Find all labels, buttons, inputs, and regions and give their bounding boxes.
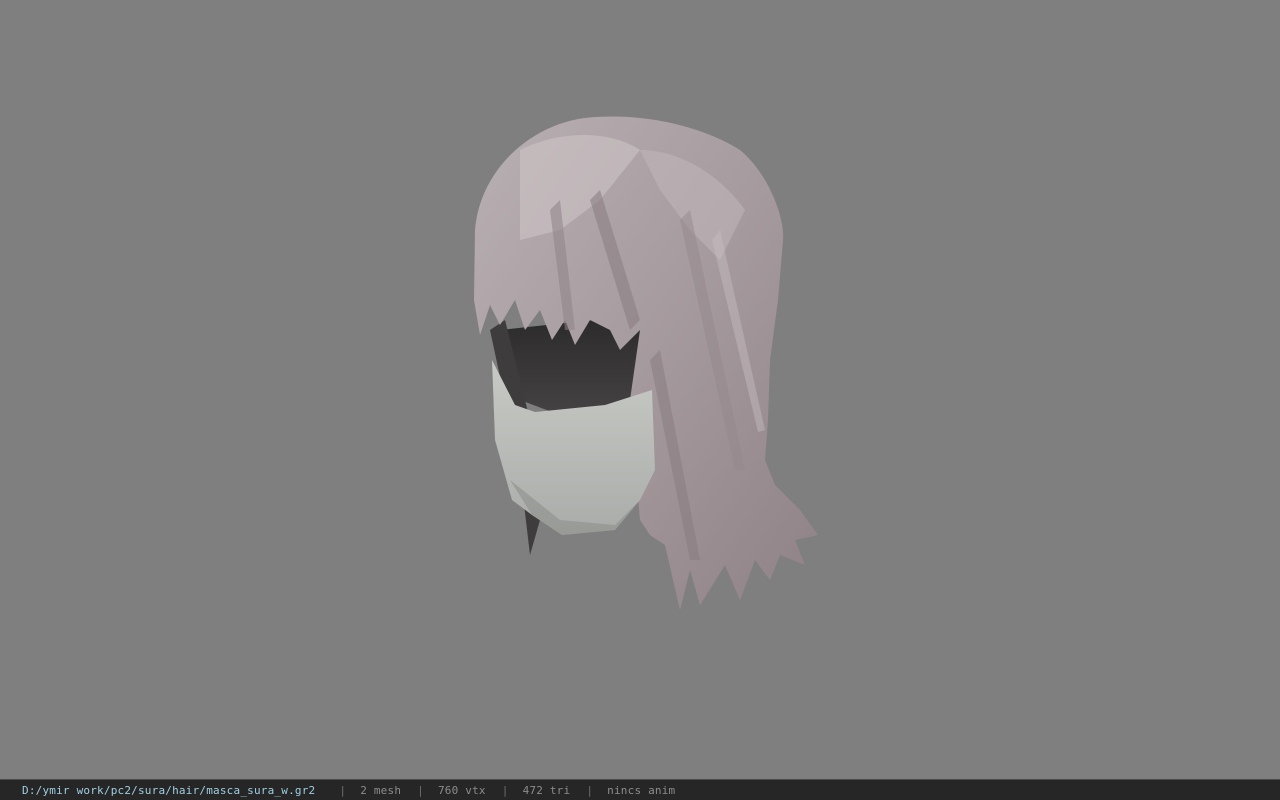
vertex-count: 760 vtx <box>437 783 486 797</box>
3d-viewport[interactable] <box>0 0 1280 779</box>
animation-status: nincs anim <box>607 783 676 797</box>
status-bar: D:/ymir work/pc2/sura/hair/masca_sura_w.… <box>0 779 1280 800</box>
file-path: D:/ymir work/pc2/sura/hair/masca_sura_w.… <box>22 783 316 797</box>
triangle-count: 472 tri <box>522 783 571 797</box>
hair-model-render <box>474 116 818 611</box>
mesh-count: 2 mesh <box>360 783 402 797</box>
separator: | <box>417 783 424 797</box>
separator: | <box>339 783 347 797</box>
separator: | <box>501 783 509 797</box>
separator: | <box>586 783 594 797</box>
